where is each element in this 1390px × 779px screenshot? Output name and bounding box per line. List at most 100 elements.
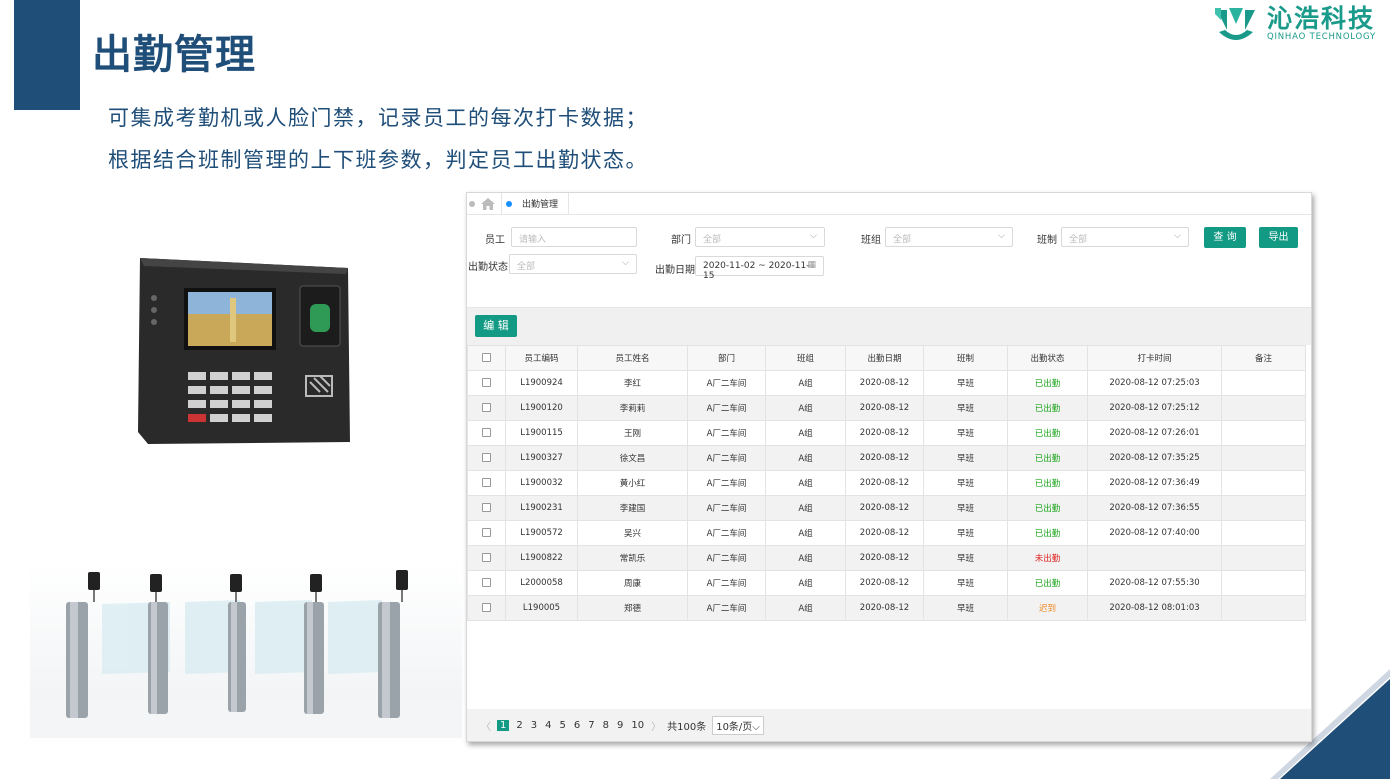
edit-button[interactable]: 编 辑 <box>475 315 517 337</box>
logo-name-en: QINHAO TECHNOLOGY <box>1266 32 1376 42</box>
col-header: 备注 <box>1221 345 1306 371</box>
cell-status: 已出勤 <box>1007 570 1088 596</box>
page-number[interactable]: 9 <box>616 720 624 731</box>
page-number[interactable]: 5 <box>559 720 567 731</box>
chevron-down-icon: ⌵ <box>810 231 817 241</box>
cell-note <box>1221 370 1306 396</box>
cell-group: A组 <box>765 520 846 546</box>
query-button[interactable]: 查 询 <box>1204 227 1246 248</box>
row-checkbox[interactable] <box>482 603 491 612</box>
page-number[interactable]: 6 <box>573 720 581 731</box>
page-number[interactable]: 10 <box>630 720 645 731</box>
row-checkbox-cell[interactable] <box>467 470 506 496</box>
group-select[interactable]: 全部 ⌵ <box>885 227 1013 247</box>
cell-dept: A厂二车间 <box>687 595 766 621</box>
cell-status: 迟到 <box>1007 595 1088 621</box>
row-checkbox[interactable] <box>482 553 491 562</box>
export-button[interactable]: 导出 <box>1259 227 1298 248</box>
row-checkbox[interactable] <box>482 528 491 537</box>
row-checkbox-cell[interactable] <box>467 445 506 471</box>
cell-code: L1900572 <box>505 520 578 546</box>
row-checkbox-cell[interactable] <box>467 420 506 446</box>
cell-name: 周康 <box>577 570 688 596</box>
cell-dept: A厂二车间 <box>687 495 766 521</box>
cell-code: L1900822 <box>505 545 578 571</box>
page-number[interactable]: 3 <box>530 720 538 731</box>
row-checkbox[interactable] <box>482 378 491 387</box>
row-checkbox-cell[interactable] <box>467 545 506 571</box>
table-row[interactable]: L1900231 李建国 A厂二车间 A组 2020-08-12 早班 已出勤 2020-08… <box>467 495 1306 521</box>
row-checkbox-cell[interactable] <box>467 520 506 546</box>
cell-status: 已出勤 <box>1007 445 1088 471</box>
cell-time: 2020-08-12 07:40:00 <box>1087 520 1222 546</box>
row-checkbox[interactable] <box>482 428 491 437</box>
table-row[interactable]: L1900115 王刚 A厂二车间 A组 2020-08-12 早班 已出勤 2020-08-… <box>467 420 1306 446</box>
cell-date: 2020-08-12 <box>845 520 924 546</box>
page-number[interactable]: 2 <box>515 720 523 731</box>
cell-note <box>1221 395 1306 421</box>
cell-shift: 早班 <box>923 445 1008 471</box>
status-select-value: 全部 <box>517 262 536 272</box>
col-header: 班制 <box>923 345 1008 371</box>
row-checkbox[interactable] <box>482 503 491 512</box>
table-row[interactable]: L1900822 常凯乐 A厂二车间 A组 2020-08-12 早班 未出勤 <box>467 545 1306 571</box>
row-checkbox-cell[interactable] <box>467 595 506 621</box>
cell-group: A组 <box>765 570 846 596</box>
home-icon[interactable] <box>481 197 495 210</box>
cell-name: 徐文昌 <box>577 445 688 471</box>
cell-date: 2020-08-12 <box>845 570 924 596</box>
col-header: 出勤状态 <box>1007 345 1088 371</box>
page-number[interactable]: 7 <box>587 720 595 731</box>
cell-note <box>1221 595 1306 621</box>
tab-attendance[interactable]: 出勤管理 <box>501 192 570 215</box>
cell-code: L1900115 <box>505 420 578 446</box>
next-page-icon[interactable]: 〉 <box>651 718 661 733</box>
cell-code: L1900120 <box>505 395 578 421</box>
table-row[interactable]: L1900120 李莉莉 A厂二车间 A组 2020-08-12 早班 已出勤 2020-08… <box>467 395 1306 421</box>
row-checkbox[interactable] <box>482 578 491 587</box>
row-checkbox-cell[interactable] <box>467 395 506 421</box>
row-checkbox-cell[interactable] <box>467 570 506 596</box>
employee-input[interactable]: 请输入 <box>511 227 637 247</box>
cell-shift: 早班 <box>923 470 1008 496</box>
col-header: 员工编码 <box>505 345 578 371</box>
page-size-select[interactable]: 10条/页⌵ <box>712 715 764 735</box>
cell-note <box>1221 470 1306 496</box>
shift-select[interactable]: 全部 ⌵ <box>1061 227 1189 247</box>
table-row[interactable]: L2000058 周康 A厂二车间 A组 2020-08-12 早班 已出勤 2020-08-… <box>467 570 1306 596</box>
dept-label: 部门 <box>671 235 691 246</box>
page-number[interactable]: 1 <box>497 719 510 731</box>
table-row[interactable]: L190005 郑德 A厂二车间 A组 2020-08-12 早班 迟到 2020-08-12… <box>467 595 1306 621</box>
prev-page-icon[interactable]: 〈 <box>481 718 491 733</box>
col-header: 员工姓名 <box>577 345 688 371</box>
cell-group: A组 <box>765 420 846 446</box>
description-line-2: 根据结合班制管理的上下班参数，判定员工出勤状态。 <box>108 148 648 172</box>
logo-name-cn: 沁浩科技 <box>1266 4 1375 33</box>
row-checkbox-cell[interactable] <box>467 495 506 521</box>
table-row[interactable]: L1900032 黄小红 A厂二车间 A组 2020-08-12 早班 已出勤 2020-08… <box>467 470 1306 496</box>
page-number[interactable]: 4 <box>544 720 552 731</box>
date-range-picker[interactable]: 2020-11-02 ~ 2020-11-15 ▦ <box>695 256 824 281</box>
cell-shift: 早班 <box>923 370 1008 396</box>
page-number[interactable]: 8 <box>602 720 610 731</box>
cell-date: 2020-08-12 <box>845 395 924 421</box>
row-checkbox[interactable] <box>482 403 491 412</box>
row-checkbox[interactable] <box>482 453 491 462</box>
row-checkbox[interactable] <box>482 478 491 487</box>
dept-select[interactable]: 全部 ⌵ <box>695 227 825 247</box>
status-select[interactable]: 全部 ⌵ <box>509 254 637 274</box>
row-checkbox-cell[interactable] <box>467 370 506 396</box>
select-all-checkbox-cell[interactable] <box>467 345 506 371</box>
select-all-checkbox[interactable] <box>482 353 491 362</box>
employee-label: 员工 <box>485 235 505 246</box>
table-row[interactable]: L1900572 吴兴 A厂二车间 A组 2020-08-12 早班 已出勤 2020-08-… <box>467 520 1306 546</box>
cell-status: 已出勤 <box>1007 370 1088 396</box>
cell-note <box>1221 495 1306 521</box>
cell-dept: A厂二车间 <box>687 395 766 421</box>
table-row[interactable]: L1900327 徐文昌 A厂二车间 A组 2020-08-12 早班 已出勤 2020-08… <box>467 445 1306 471</box>
date-label: 出勤日期 <box>655 265 695 276</box>
dept-select-value: 全部 <box>703 235 722 245</box>
cell-group: A组 <box>765 445 846 471</box>
description-line-1: 可集成考勤机或人脸门禁，记录员工的每次打卡数据； <box>108 106 648 130</box>
table-row[interactable]: L1900924 李红 A厂二车间 A组 2020-08-12 早班 已出勤 2020-08-… <box>467 370 1306 396</box>
